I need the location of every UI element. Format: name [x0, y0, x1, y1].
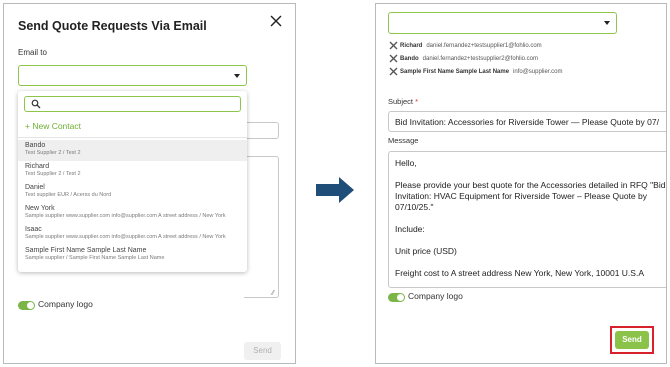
contact-detail: Test supplier EUR / Acerss du Nord: [25, 192, 112, 198]
list-item[interactable]: New York Sample supplier www.supplier.co…: [18, 203, 247, 224]
contact-dropdown: + New Contact Bando Test Supplier 2 / Te…: [18, 91, 247, 272]
message-line: Unit price (USD): [395, 246, 457, 256]
recipient-chips: Richard daniel.fernandez+testsupplier1@fo…: [389, 37, 563, 76]
list-item[interactable]: Isaac Sample supplier www.supplier.com i…: [18, 224, 247, 245]
message-line: Hello,: [395, 158, 417, 168]
message-line: Freight cost to A street address New Yor…: [395, 268, 644, 278]
required-mark: *: [415, 97, 419, 106]
contact-list: Bando Test Supplier 2 / Test 2 Richard T…: [18, 140, 247, 266]
email-to-select[interactable]: [18, 65, 247, 86]
remove-recipient-icon[interactable]: [389, 67, 398, 76]
subject-label: Subject *: [388, 97, 418, 106]
company-logo-toggle[interactable]: [18, 301, 35, 310]
close-icon[interactable]: [268, 13, 284, 29]
send-quote-dialog-before: Send Quote Requests Via Email Email to ⁄…: [3, 3, 296, 364]
subject-input[interactable]: Bid Invitation: Accessories for Riversid…: [388, 111, 666, 132]
remove-recipient-icon[interactable]: [389, 41, 398, 50]
chevron-down-icon: [604, 21, 610, 25]
contact-name: New York: [25, 205, 55, 212]
remove-recipient-icon[interactable]: [389, 54, 398, 63]
company-logo-label: Company logo: [408, 291, 463, 301]
resize-handle-icon[interactable]: ⁄⁄: [272, 290, 274, 297]
contact-name: Bando: [25, 142, 46, 149]
recipient-chip: Richard daniel.fernandez+testsupplier1@fo…: [389, 37, 563, 50]
new-contact-link[interactable]: + New Contact: [25, 121, 81, 131]
arrow-right-icon: [316, 177, 354, 203]
recipient-name: Sample First Name Sample Last Name: [400, 68, 510, 75]
message-line: Please provide your best quote for the A…: [395, 180, 666, 212]
contact-name: Daniel: [25, 184, 45, 191]
list-item[interactable]: Bando Test Supplier 2 / Test 2: [18, 140, 247, 161]
contact-name: Richard: [25, 163, 50, 170]
subject-input-background: [244, 122, 279, 139]
company-logo-label: Company logo: [38, 299, 93, 309]
send-button-disabled[interactable]: Send: [244, 342, 281, 360]
subject-label-text: Subject: [388, 97, 414, 106]
message-textarea-background: [244, 156, 279, 298]
email-to-select[interactable]: [388, 12, 617, 34]
company-logo-toggle[interactable]: [388, 293, 405, 302]
contact-detail: Test Supplier 2 / Test 2: [25, 150, 81, 156]
contact-search-input[interactable]: [24, 96, 241, 112]
chevron-down-icon: [234, 74, 240, 78]
recipient-email: daniel.fernandez+testsupplier2@fohlio.co…: [422, 55, 538, 62]
list-item[interactable]: Richard Test Supplier 2 / Test 2: [18, 161, 247, 182]
contact-detail: Test Supplier 2 / Test 2: [25, 171, 81, 177]
recipient-email: daniel.fernandez+testsupplier1@fohlio.co…: [426, 42, 542, 49]
recipient-chip: Bando daniel.fernandez+testsupplier2@fohl…: [389, 50, 563, 63]
divider: [18, 137, 247, 138]
recipient-email: info@supplier.com: [513, 68, 563, 75]
list-item[interactable]: Daniel Test supplier EUR / Acerss du Nor…: [18, 182, 247, 203]
contact-detail: Sample supplier / Sample First Name Samp…: [25, 255, 165, 261]
message-label: Message: [388, 136, 419, 145]
recipient-chip: Sample First Name Sample Last Name info@s…: [389, 63, 563, 76]
send-quote-dialog-after: Richard daniel.fernandez+testsupplier1@fo…: [375, 3, 667, 364]
email-to-label: Email to: [18, 48, 47, 57]
contact-name: Sample First Name Sample Last Name: [25, 247, 147, 254]
recipient-name: Richard: [400, 42, 423, 49]
list-item[interactable]: Sample First Name Sample Last Name Sampl…: [18, 245, 247, 266]
search-icon: [31, 99, 41, 109]
contact-name: Isaac: [25, 226, 42, 233]
message-line: Include:: [395, 224, 425, 234]
recipient-name: Bando: [400, 55, 419, 62]
send-button-highlight: Send: [610, 326, 654, 354]
contact-detail: Sample supplier www.supplier.com info@su…: [25, 234, 226, 240]
contact-detail: Sample supplier www.supplier.com info@su…: [25, 213, 226, 219]
dialog-title: Send Quote Requests Via Email: [18, 19, 207, 33]
message-textarea[interactable]: Hello, Please provide your best quote fo…: [388, 151, 666, 288]
send-button[interactable]: Send: [615, 331, 649, 349]
